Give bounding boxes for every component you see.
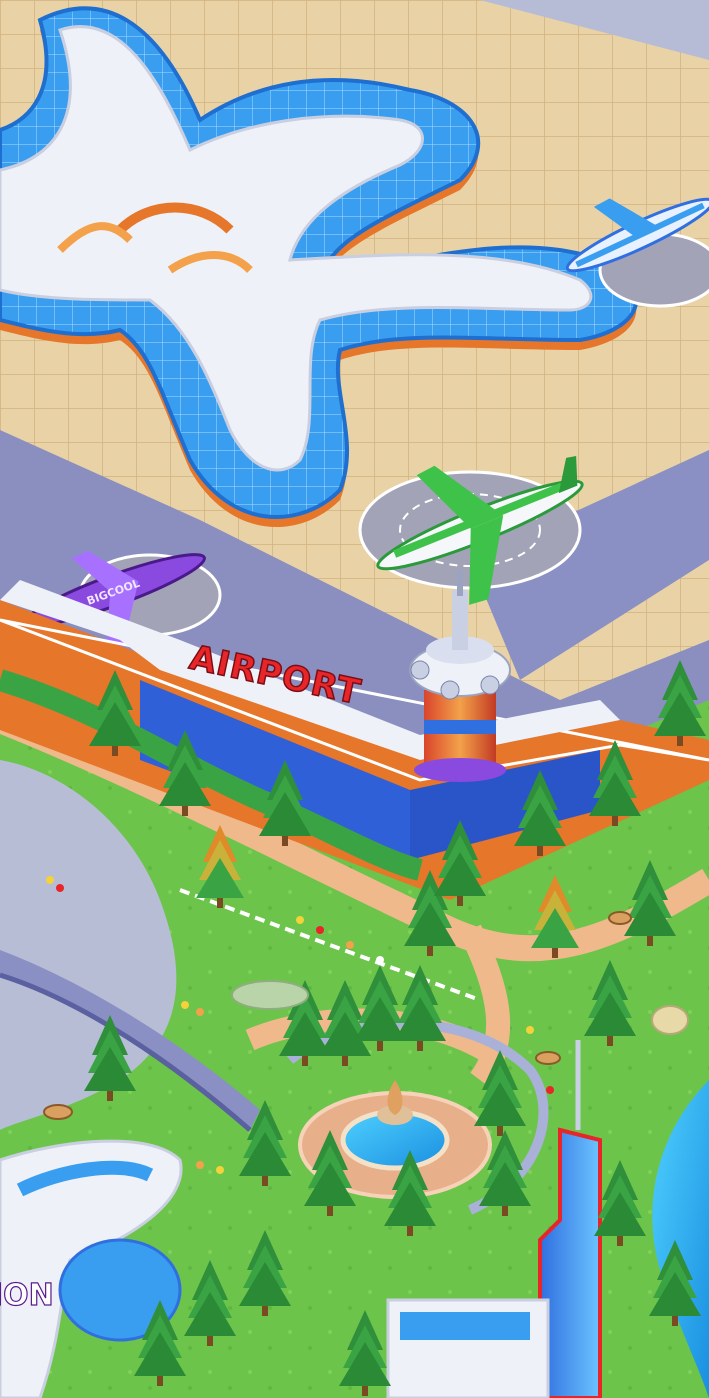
rock [651, 1005, 689, 1035]
city-builder-map[interactable]: BIGCOOL AIRPORT ON [0, 0, 709, 1398]
tree-stump [608, 911, 632, 925]
rock [231, 980, 309, 1010]
map-canvas[interactable]: BIGCOOL AIRPORT ON [0, 0, 709, 1398]
tree-stump [43, 1104, 73, 1120]
tree-stump [535, 1051, 561, 1065]
station-sign: ION [0, 1278, 54, 1313]
